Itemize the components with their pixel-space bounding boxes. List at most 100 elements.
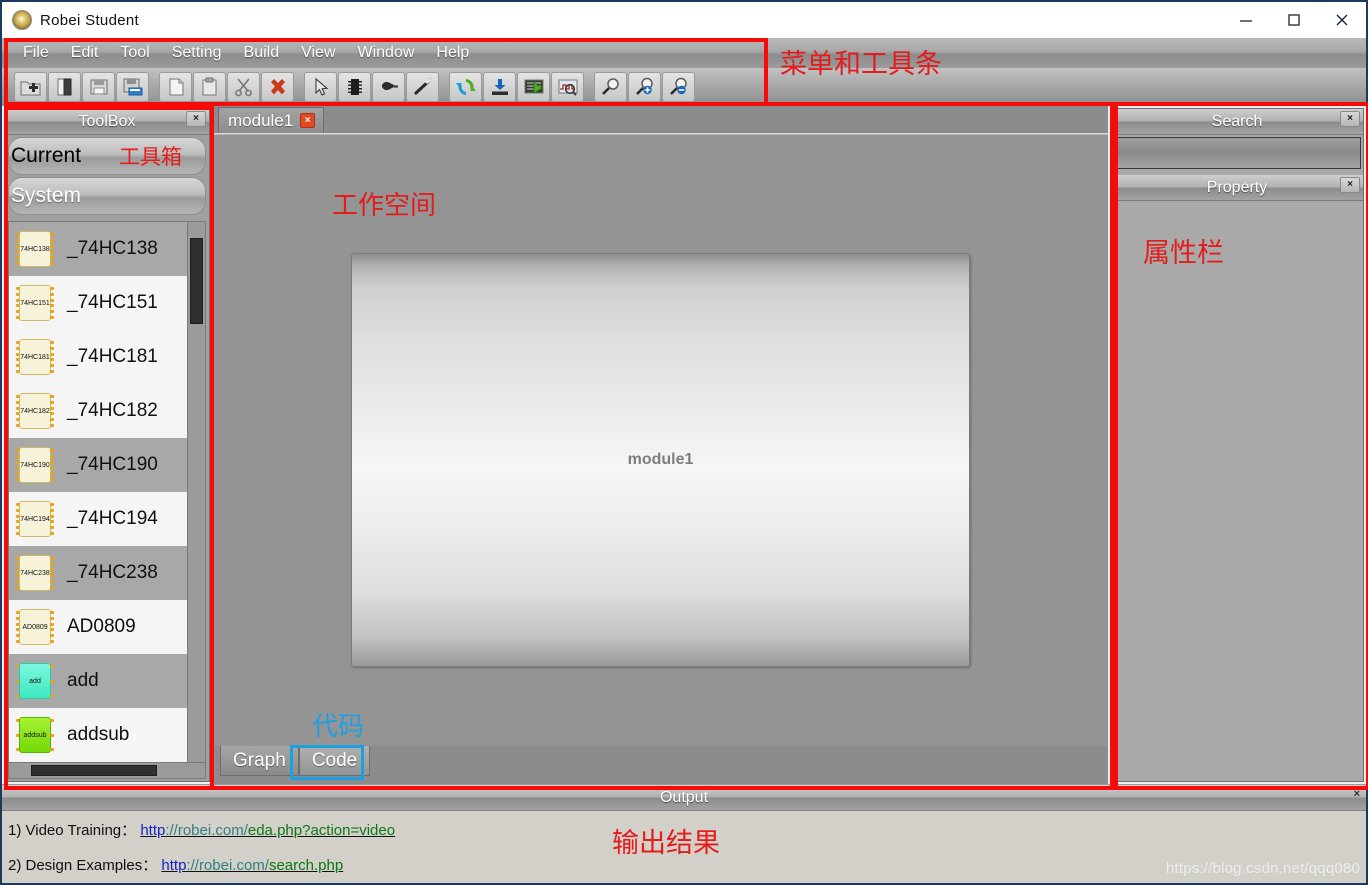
tab-graph-label: Graph xyxy=(233,749,286,771)
delete-red-x-icon[interactable] xyxy=(261,72,294,102)
open-folder-icon[interactable] xyxy=(48,72,81,102)
wire-line-icon[interactable] xyxy=(406,72,439,102)
cut-scissors-icon[interactable] xyxy=(227,72,260,102)
list-item[interactable]: 74HC181 _74HC181 xyxy=(9,330,187,384)
window-controls xyxy=(1222,2,1366,38)
zoom-in-icon[interactable] xyxy=(628,72,661,102)
right-dock: Search × Property × 属性栏 xyxy=(1110,108,1364,782)
zoom-normal-icon[interactable] xyxy=(594,72,627,102)
chip-icon-label: 74HC194 xyxy=(20,515,50,523)
waveform-view-icon[interactable] xyxy=(551,72,584,102)
design-canvas[interactable]: 工作空间 module1 xyxy=(212,134,1108,746)
search-panel-title: Search xyxy=(1211,112,1263,130)
tool-bar xyxy=(2,68,1366,106)
module-icon: add xyxy=(15,661,55,701)
toolbox-title: ToolBox xyxy=(78,112,136,130)
chip-icon: 74HC238 xyxy=(15,553,55,593)
list-item[interactable]: 74HC182 _74HC182 xyxy=(9,384,187,438)
scrollbar-thumb[interactable] xyxy=(31,765,157,776)
list-item-label: _74HC181 xyxy=(67,346,158,367)
scrollbar-thumb[interactable] xyxy=(190,238,203,324)
tab-close-icon[interactable]: × xyxy=(300,113,316,128)
menu-item-file[interactable]: File xyxy=(12,42,60,64)
output-panel-close-icon[interactable]: × xyxy=(1354,789,1360,800)
search-panel-title-bar: Search × xyxy=(1111,109,1363,135)
property-panel-close-icon[interactable]: × xyxy=(1340,177,1360,193)
toolbox-group-system-label: System xyxy=(11,184,82,207)
menu-item-view[interactable]: View xyxy=(290,42,346,64)
chip-icon-label: 74HC138 xyxy=(20,245,50,253)
list-item-label: AD0809 xyxy=(67,616,136,637)
menu-item-window[interactable]: Window xyxy=(347,42,426,64)
list-item[interactable]: 74HC138 _74HC138 xyxy=(9,222,187,276)
toolbox-group-current-label: Current xyxy=(11,144,82,167)
module-block[interactable]: module1 xyxy=(351,253,970,667)
list-item[interactable]: 74HC238 _74HC238 xyxy=(9,546,187,600)
watermark: https://blog.csdn.net/qqq080 xyxy=(1165,860,1360,877)
toolbox-close-icon[interactable]: × xyxy=(186,111,206,127)
run-simulate-icon[interactable] xyxy=(517,72,550,102)
tab-module1[interactable]: module1 × xyxy=(218,107,325,133)
output-line-prefix: 1) Video Training： xyxy=(8,822,137,839)
module-block-label: module1 xyxy=(627,451,694,468)
close-icon[interactable] xyxy=(1318,2,1366,38)
port-plug-icon[interactable] xyxy=(372,72,405,102)
list-item[interactable]: addsub addsub xyxy=(9,708,187,762)
new-project-icon[interactable] xyxy=(14,72,47,102)
property-panel-body: 属性栏 xyxy=(1111,201,1363,781)
menu-item-setting[interactable]: Setting xyxy=(161,42,233,64)
download-icon[interactable] xyxy=(483,72,516,102)
annotation-toolbox: 工具箱 xyxy=(119,145,182,169)
menu-item-build[interactable]: Build xyxy=(233,42,291,64)
toolbox-panel: ToolBox × Current 工具箱 System 74HC138 _74… xyxy=(4,108,210,782)
list-item[interactable]: AD0809 AD0809 xyxy=(9,600,187,654)
toolbox-group-current[interactable]: Current 工具箱 xyxy=(8,137,206,175)
list-item[interactable]: 74HC151 _74HC151 xyxy=(9,276,187,330)
property-panel-title: Property xyxy=(1206,178,1268,196)
editor-tab-strip: module1 × xyxy=(212,106,1108,134)
tab-module1-label: module1 xyxy=(228,110,294,130)
save-icon[interactable] xyxy=(82,72,115,102)
toolbox-title-bar: ToolBox × xyxy=(5,109,209,135)
module-icon: addsub xyxy=(15,715,55,755)
list-item[interactable]: 74HC194 _74HC194 xyxy=(9,492,187,546)
list-item[interactable]: add add xyxy=(9,654,187,708)
compile-refresh-icon[interactable] xyxy=(449,72,482,102)
save-as-icon[interactable] xyxy=(116,72,149,102)
menu-item-help[interactable]: Help xyxy=(425,42,480,64)
toolbox-group-system[interactable]: System xyxy=(8,177,206,215)
chip-icon: 74HC190 xyxy=(15,445,55,485)
output-link-design-examples[interactable]: http://robei.com/search.php xyxy=(161,857,343,874)
search-input[interactable] xyxy=(1113,137,1361,169)
list-item-label: _74HC182 xyxy=(67,400,158,421)
list-item-label: add xyxy=(67,670,99,691)
chip-icon: 74HC181 xyxy=(15,337,55,377)
window-title: Robei Student xyxy=(40,11,139,29)
chip-icon: 74HC194 xyxy=(15,499,55,539)
zoom-out-icon[interactable] xyxy=(662,72,695,102)
component-list: 74HC138 _74HC138 74HC151 _74HC151 74HC18… xyxy=(9,222,187,762)
menu-item-edit[interactable]: Edit xyxy=(60,42,110,64)
chip-icon-label: AD0809 xyxy=(22,623,48,631)
tab-graph[interactable]: Graph xyxy=(220,746,299,776)
list-item-label: _74HC194 xyxy=(67,508,158,529)
editor-view-tabs: 代码 Graph Code xyxy=(212,712,1108,784)
component-list-horizontal-scrollbar[interactable] xyxy=(9,762,205,778)
maximize-icon[interactable] xyxy=(1270,2,1318,38)
annotation-workspace: 工作空间 xyxy=(332,191,437,221)
title-bar: Robei Student xyxy=(2,2,1366,38)
annotation-output: 输出结果 xyxy=(612,828,720,859)
copy-icon[interactable] xyxy=(159,72,192,102)
output-panel-body: 输出结果 1) Video Training： http://robei.com… xyxy=(2,811,1366,883)
list-item[interactable]: 74HC190 _74HC190 xyxy=(9,438,187,492)
search-panel-close-icon[interactable]: × xyxy=(1340,111,1360,127)
minimize-icon[interactable] xyxy=(1222,2,1270,38)
menu-item-tool[interactable]: Tool xyxy=(109,42,160,64)
chip-module-icon[interactable] xyxy=(338,72,371,102)
paste-icon[interactable] xyxy=(193,72,226,102)
output-link-video-training[interactable]: http://robei.com/eda.php?action=video xyxy=(140,822,395,839)
component-list-vertical-scrollbar[interactable] xyxy=(187,222,205,762)
tab-code[interactable]: Code xyxy=(298,746,371,776)
select-arrow-icon[interactable] xyxy=(304,72,337,102)
main-work-area: ToolBox × Current 工具箱 System 74HC138 _74… xyxy=(2,106,1366,784)
